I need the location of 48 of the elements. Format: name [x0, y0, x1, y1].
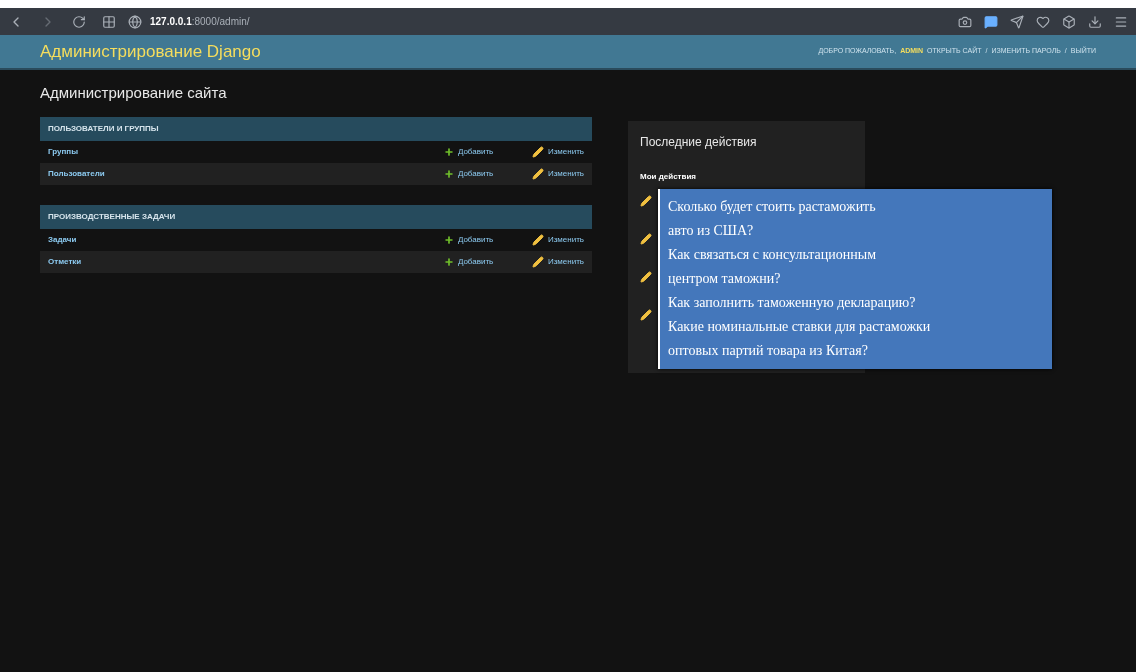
- address-field[interactable]: 127.0.0.1:8000/admin/: [150, 14, 250, 29]
- model-link[interactable]: Задачи: [48, 233, 77, 246]
- note-line: оптовых партий товара из Китая?: [668, 342, 869, 360]
- pencil-icon: [640, 270, 652, 283]
- pencil-icon: [531, 255, 544, 268]
- pencil-icon: [531, 233, 544, 246]
- site-title: Администрирование Django: [40, 40, 261, 63]
- note-line: Какие номинальные ставки для растаможки: [668, 318, 932, 336]
- heart-icon[interactable]: [1036, 14, 1050, 29]
- change-link[interactable]: Изменить: [531, 255, 584, 268]
- plus-icon: [443, 146, 454, 157]
- pencil-icon: [640, 194, 652, 207]
- model-link[interactable]: Отметки: [48, 255, 82, 268]
- add-link[interactable]: Добавить: [443, 145, 532, 158]
- module-caption: ПОЛЬЗОВАТЕЛИ И ГРУППЫ: [40, 116, 592, 141]
- add-link[interactable]: Добавить: [443, 167, 532, 180]
- chat-icon[interactable]: [984, 14, 998, 29]
- plus-icon: [443, 256, 454, 267]
- note-line: авто из США?: [668, 222, 755, 240]
- model-link[interactable]: Группы: [48, 145, 78, 158]
- tabs-grid-icon[interactable]: [102, 14, 116, 29]
- model-link[interactable]: Пользователи: [48, 167, 105, 180]
- pencil-icon: [640, 308, 652, 321]
- note-line: Как заполнить таможенную декларацию?: [668, 294, 917, 312]
- change-link[interactable]: Изменить: [531, 145, 584, 158]
- pencil-icon: [531, 145, 544, 158]
- page-title: Администрирование сайта: [40, 83, 228, 103]
- download-icon[interactable]: [1088, 14, 1102, 29]
- recent-actions-title: Последние действия: [640, 133, 758, 151]
- menu-icon[interactable]: [1114, 14, 1128, 29]
- my-actions-subtitle: Мои действия: [640, 170, 697, 183]
- add-link[interactable]: Добавить: [443, 255, 532, 268]
- change-link[interactable]: Изменить: [531, 233, 584, 246]
- reload-icon[interactable]: [72, 14, 86, 29]
- cube-icon[interactable]: [1062, 14, 1076, 29]
- module-caption: ПРОИЗВОДСТВЕННЫЕ ЗАДАЧИ: [40, 204, 592, 229]
- note-line: Сколько будет стоить растаможить: [668, 198, 877, 216]
- add-link[interactable]: Добавить: [443, 233, 532, 246]
- note-line: Как связаться с консультационным: [668, 246, 878, 264]
- plus-icon: [443, 234, 454, 245]
- change-link[interactable]: Изменить: [531, 167, 584, 180]
- camera-icon[interactable]: [958, 14, 972, 29]
- globe-icon: [128, 14, 142, 29]
- plus-icon: [443, 168, 454, 179]
- note-line: центром таможни?: [668, 270, 782, 288]
- pencil-icon: [531, 167, 544, 180]
- send-icon[interactable]: [1010, 14, 1024, 29]
- pencil-icon: [640, 232, 652, 245]
